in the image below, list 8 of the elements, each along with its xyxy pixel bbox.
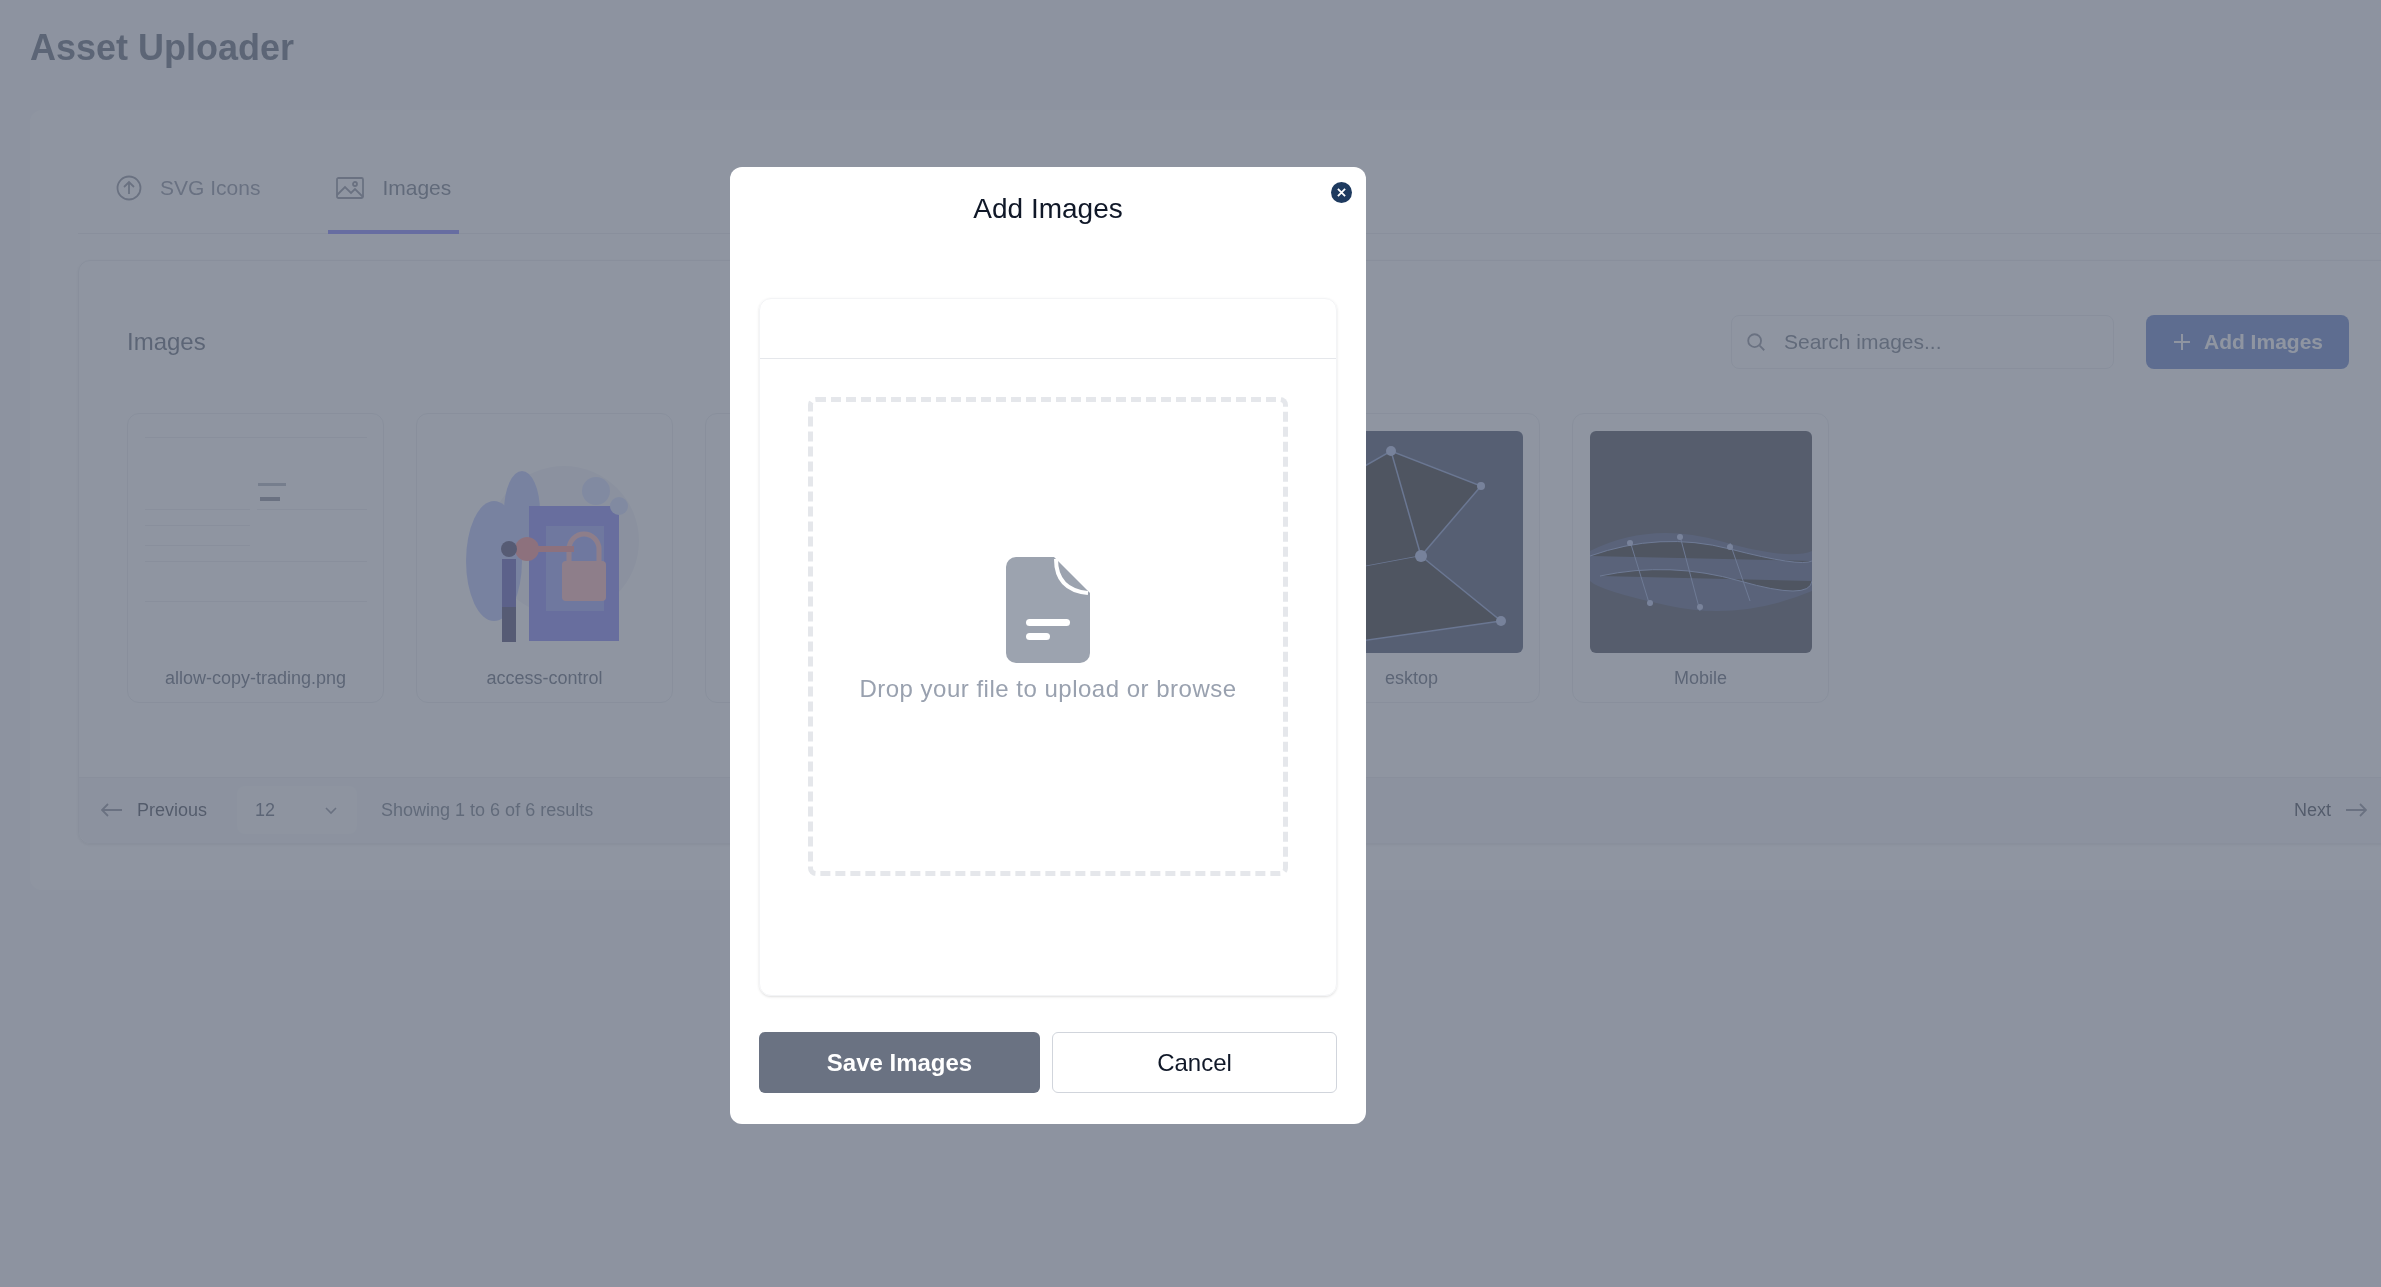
document-icon [1006, 556, 1090, 663]
close-icon [1337, 188, 1346, 197]
save-images-button[interactable]: Save Images [759, 1032, 1040, 1093]
drop-zone-hint: Drop your file to upload or browse [859, 673, 1237, 704]
drop-zone[interactable]: Drop your file to upload or browse [808, 397, 1288, 876]
dialog-title: Add Images [973, 192, 1123, 226]
close-button[interactable] [1331, 182, 1352, 203]
cancel-button[interactable]: Cancel [1052, 1032, 1337, 1093]
